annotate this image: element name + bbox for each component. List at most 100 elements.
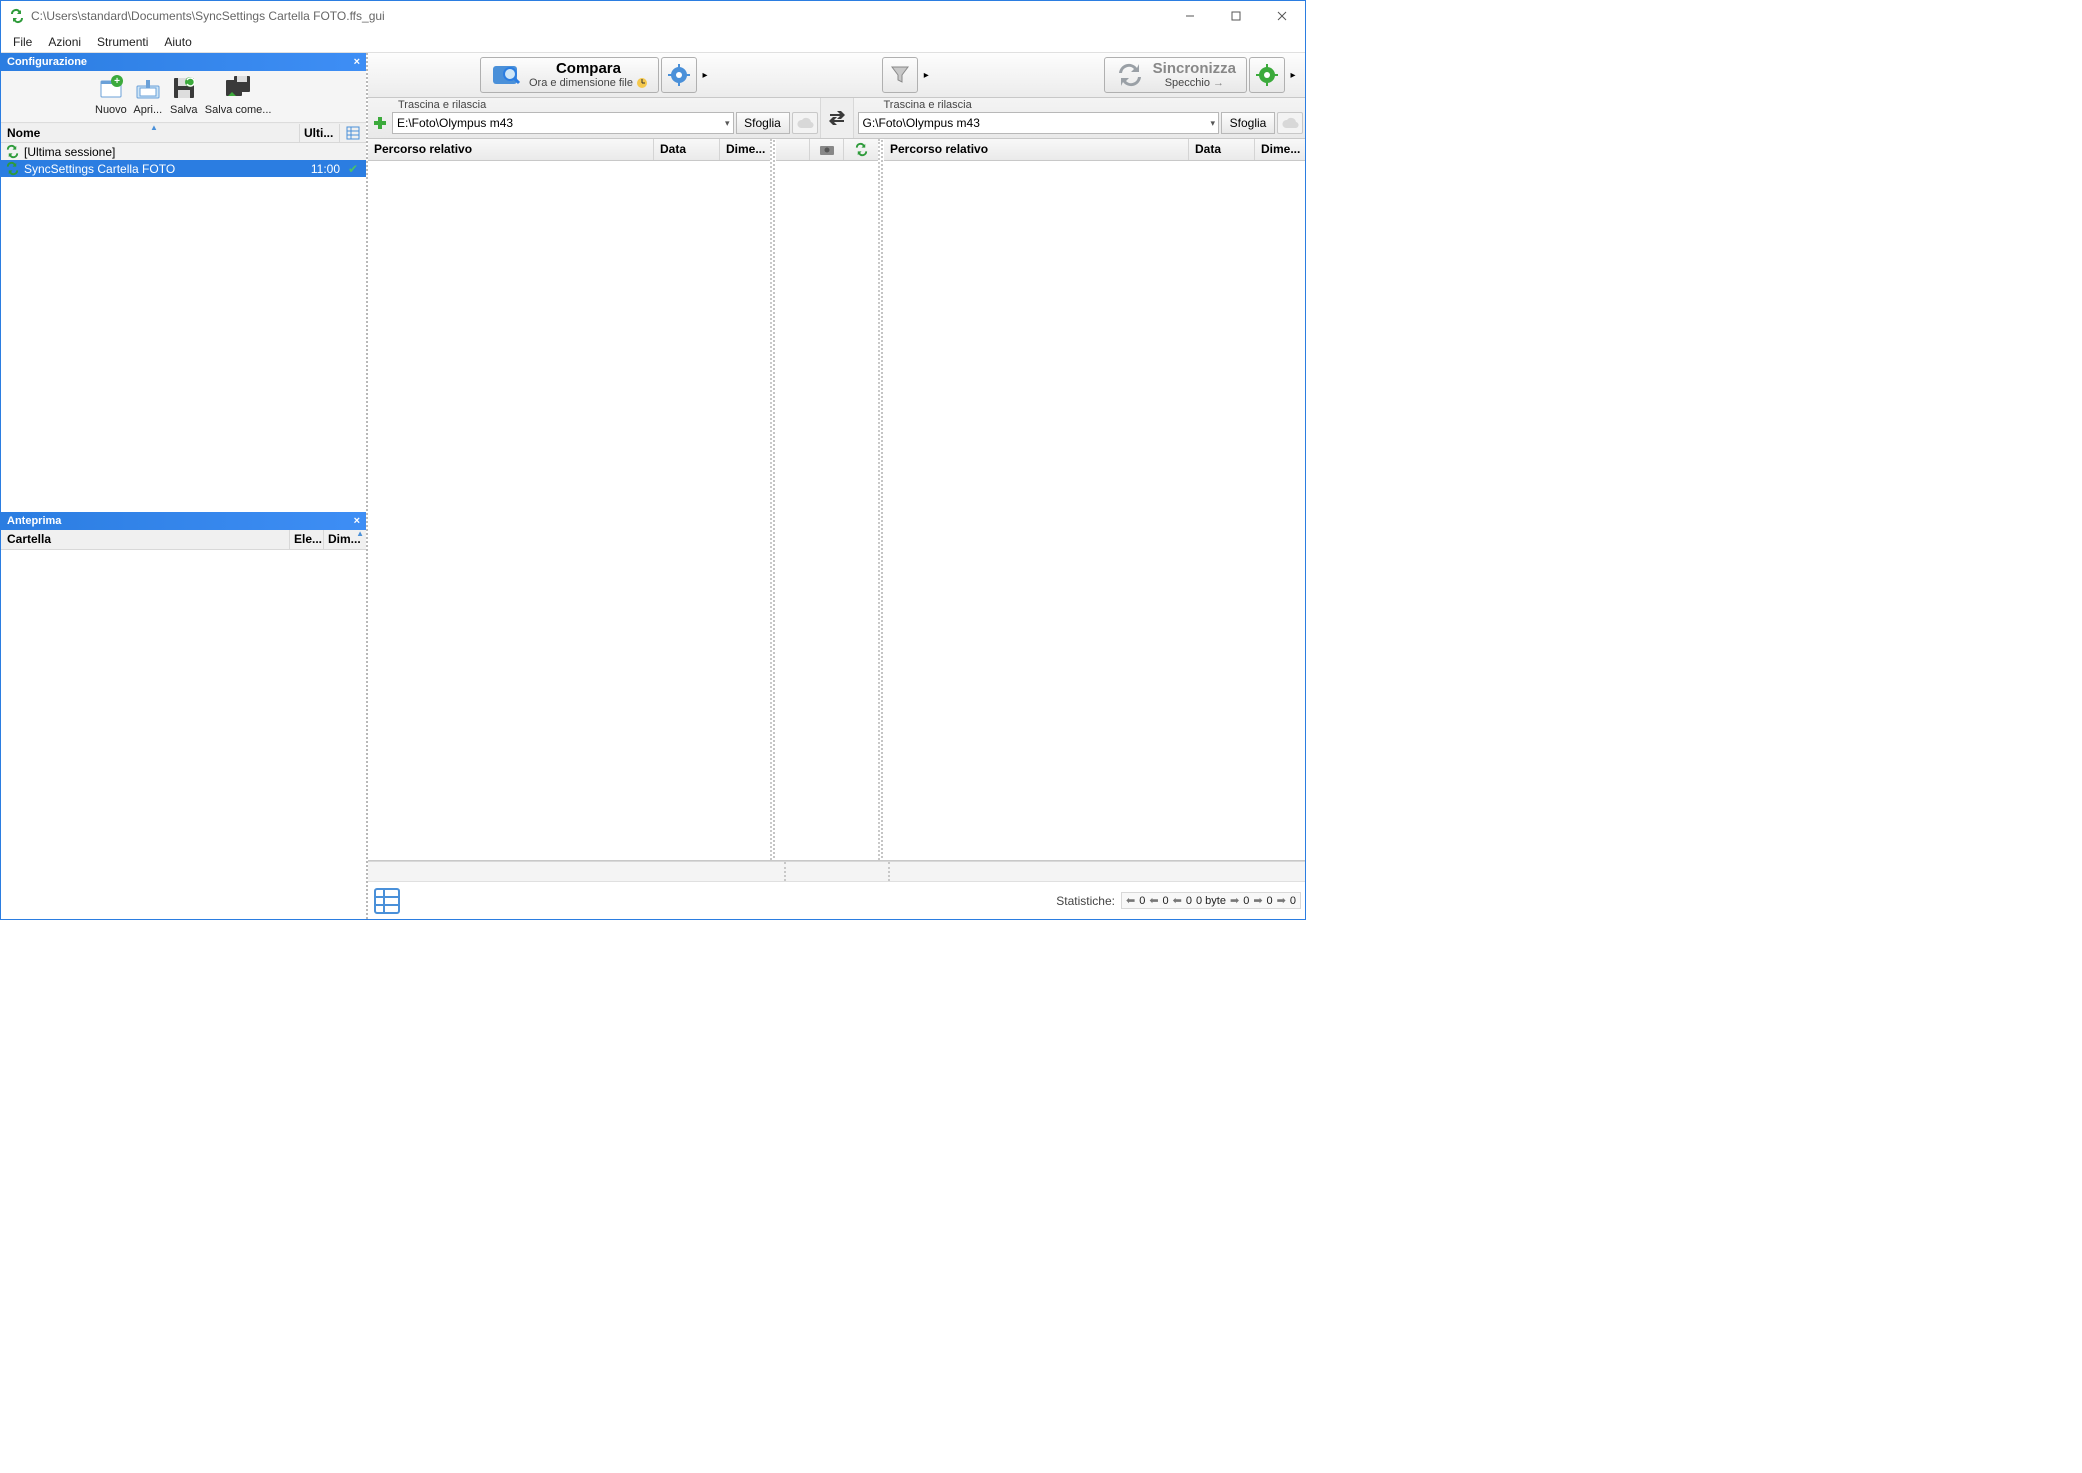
menu-file[interactable]: File xyxy=(5,33,40,51)
column-path[interactable]: Percorso relativo xyxy=(884,139,1189,160)
stat-create-left-icon: ⬅ xyxy=(1173,894,1182,907)
right-path-input[interactable]: G:\Foto\Olympus m43 ▾ xyxy=(858,112,1220,134)
comparison-grid: Percorso relativo Data Dime... xyxy=(368,139,1305,861)
chevron-down-icon[interactable]: ▾ xyxy=(1210,118,1215,129)
left-path-input[interactable]: E:\Foto\Olympus m43 ▾ xyxy=(392,112,734,134)
left-grid-header: Percorso relativo Data Dime... xyxy=(368,139,770,161)
new-label: Nuovo xyxy=(95,104,127,116)
left-cloud-button[interactable] xyxy=(792,112,818,134)
category-column-icon[interactable] xyxy=(810,139,844,160)
top-button-bar: Compara Ora e dimensione file ▸ ▸ xyxy=(368,53,1305,98)
middle-grid-header xyxy=(776,139,878,161)
left-drag-label: Trascina e rilascia xyxy=(368,99,820,112)
right-grid-body[interactable] xyxy=(884,161,1305,860)
status-bar: Statistiche: ⬅0 ⬅0 ⬅0 0 byte ➡0 ➡0 ➡0 xyxy=(368,881,1305,919)
overview-icon[interactable] xyxy=(372,886,402,916)
right-grid-header: Percorso relativo Data Dime... xyxy=(884,139,1305,161)
stats-values: ⬅0 ⬅0 ⬅0 0 byte ➡0 ➡0 ➡0 xyxy=(1121,892,1301,909)
right-region: Compara Ora e dimensione file ▸ ▸ xyxy=(368,53,1305,919)
stat-create-right-icon: ➡ xyxy=(1230,894,1239,907)
maximize-button[interactable] xyxy=(1213,1,1259,31)
preview-list[interactable] xyxy=(1,550,366,919)
compare-button[interactable]: Compara Ora e dimensione file xyxy=(480,57,659,93)
new-button[interactable]: + Nuovo xyxy=(93,73,129,116)
menu-aiuto[interactable]: Aiuto xyxy=(156,33,199,51)
add-pair-button[interactable] xyxy=(370,113,390,133)
config-toolbar: + Nuovo Apri... Salva xyxy=(1,71,366,123)
minimize-button[interactable] xyxy=(1167,1,1213,31)
menu-azioni[interactable]: Azioni xyxy=(40,33,89,51)
close-button[interactable] xyxy=(1259,1,1305,31)
funnel-icon xyxy=(889,64,911,86)
config-row[interactable]: SyncSettings Cartella FOTO 11:00 ✔ xyxy=(1,160,366,177)
stat-update-right-icon: ➡ xyxy=(1253,894,1262,907)
window-title: C:\Users\standard\Documents\SyncSettings… xyxy=(31,9,385,23)
column-path[interactable]: Percorso relativo xyxy=(368,139,654,160)
left-grid-body[interactable] xyxy=(368,161,770,860)
open-label: Apri... xyxy=(133,104,162,116)
config-row-name: [Ultima sessione] xyxy=(24,145,292,159)
swap-sides-button[interactable] xyxy=(820,98,854,138)
config-panel-title: Configurazione xyxy=(7,56,87,68)
menu-strumenti[interactable]: Strumenti xyxy=(89,33,156,51)
column-extra-icon[interactable] xyxy=(340,124,366,142)
check-icon: ✔ xyxy=(344,162,362,176)
right-browse-button[interactable]: Sfoglia xyxy=(1221,112,1275,134)
new-icon: + xyxy=(96,73,126,103)
svg-text:+: + xyxy=(114,76,120,87)
sync-dropdown[interactable]: ▸ xyxy=(1287,57,1299,93)
column-dim[interactable]: Dim...▲ xyxy=(324,530,366,549)
middle-grid xyxy=(776,139,880,860)
left-browse-button[interactable]: Sfoglia xyxy=(736,112,790,134)
config-list-header: Nome ▲ Ulti... xyxy=(1,123,366,143)
filter-dropdown[interactable]: ▸ xyxy=(920,57,932,93)
sort-arrow-icon: ▲ xyxy=(150,123,158,132)
stat-update-left-icon: ⬅ xyxy=(1149,894,1158,907)
right-cloud-button[interactable] xyxy=(1277,112,1303,134)
open-icon xyxy=(133,73,163,103)
stats-label: Statistiche: xyxy=(1056,894,1115,908)
right-drag-label: Trascina e rilascia xyxy=(854,99,1306,112)
sync-settings-button[interactable] xyxy=(1249,57,1285,93)
save-button[interactable]: Salva xyxy=(167,73,201,116)
app-icon xyxy=(9,8,25,24)
save-icon xyxy=(169,73,199,103)
preview-panel-close[interactable]: × xyxy=(354,515,360,527)
column-size[interactable]: Dime... xyxy=(720,139,770,160)
sync-title: Sincronizza xyxy=(1153,61,1236,78)
preview-list-header: Cartella Ele... Dim...▲ xyxy=(1,530,366,550)
open-button[interactable]: Apri... xyxy=(131,73,165,116)
menu-bar: File Azioni Strumenti Aiuto xyxy=(1,31,1305,53)
title-bar: C:\Users\standard\Documents\SyncSettings… xyxy=(1,1,1305,31)
compare-settings-button[interactable] xyxy=(661,57,697,93)
grid-footer xyxy=(368,861,1305,881)
compare-title: Compara xyxy=(556,61,621,78)
sync-button[interactable]: Sincronizza Specchio → xyxy=(1104,57,1247,93)
gear-icon xyxy=(1256,64,1278,86)
column-ele[interactable]: Ele... xyxy=(290,530,324,549)
column-size[interactable]: Dime... xyxy=(1255,139,1305,160)
save-as-button[interactable]: Salva come... xyxy=(203,73,274,116)
folder-pair-row: Trascina e rilascia E:\Foto\Olympus m43 … xyxy=(368,98,1305,139)
checkbox-column-icon[interactable] xyxy=(776,139,810,160)
compare-dropdown[interactable]: ▸ xyxy=(699,57,711,93)
sync-icon xyxy=(1115,60,1145,90)
chevron-down-icon[interactable]: ▾ xyxy=(725,118,730,129)
middle-grid-body[interactable] xyxy=(776,161,878,860)
column-ulti[interactable]: Ulti... xyxy=(300,124,340,142)
save-label: Salva xyxy=(170,104,198,116)
config-row[interactable]: [Ultima sessione] xyxy=(1,143,366,160)
action-column-icon[interactable] xyxy=(844,139,878,160)
column-date[interactable]: Data xyxy=(1189,139,1255,160)
config-panel-close[interactable]: × xyxy=(354,56,360,68)
column-date[interactable]: Data xyxy=(654,139,720,160)
config-list[interactable]: [Ultima sessione] SyncSettings Cartella … xyxy=(1,143,366,512)
save-as-label: Salva come... xyxy=(205,104,272,116)
magnifier-icon xyxy=(491,60,521,90)
column-name[interactable]: Nome ▲ xyxy=(1,124,300,142)
right-grid: Percorso relativo Data Dime... xyxy=(884,139,1305,860)
column-cartella[interactable]: Cartella xyxy=(1,530,290,549)
preview-panel-header: Anteprima × xyxy=(1,512,366,530)
filter-button[interactable] xyxy=(882,57,918,93)
stat-bytes: 0 byte xyxy=(1196,895,1226,907)
